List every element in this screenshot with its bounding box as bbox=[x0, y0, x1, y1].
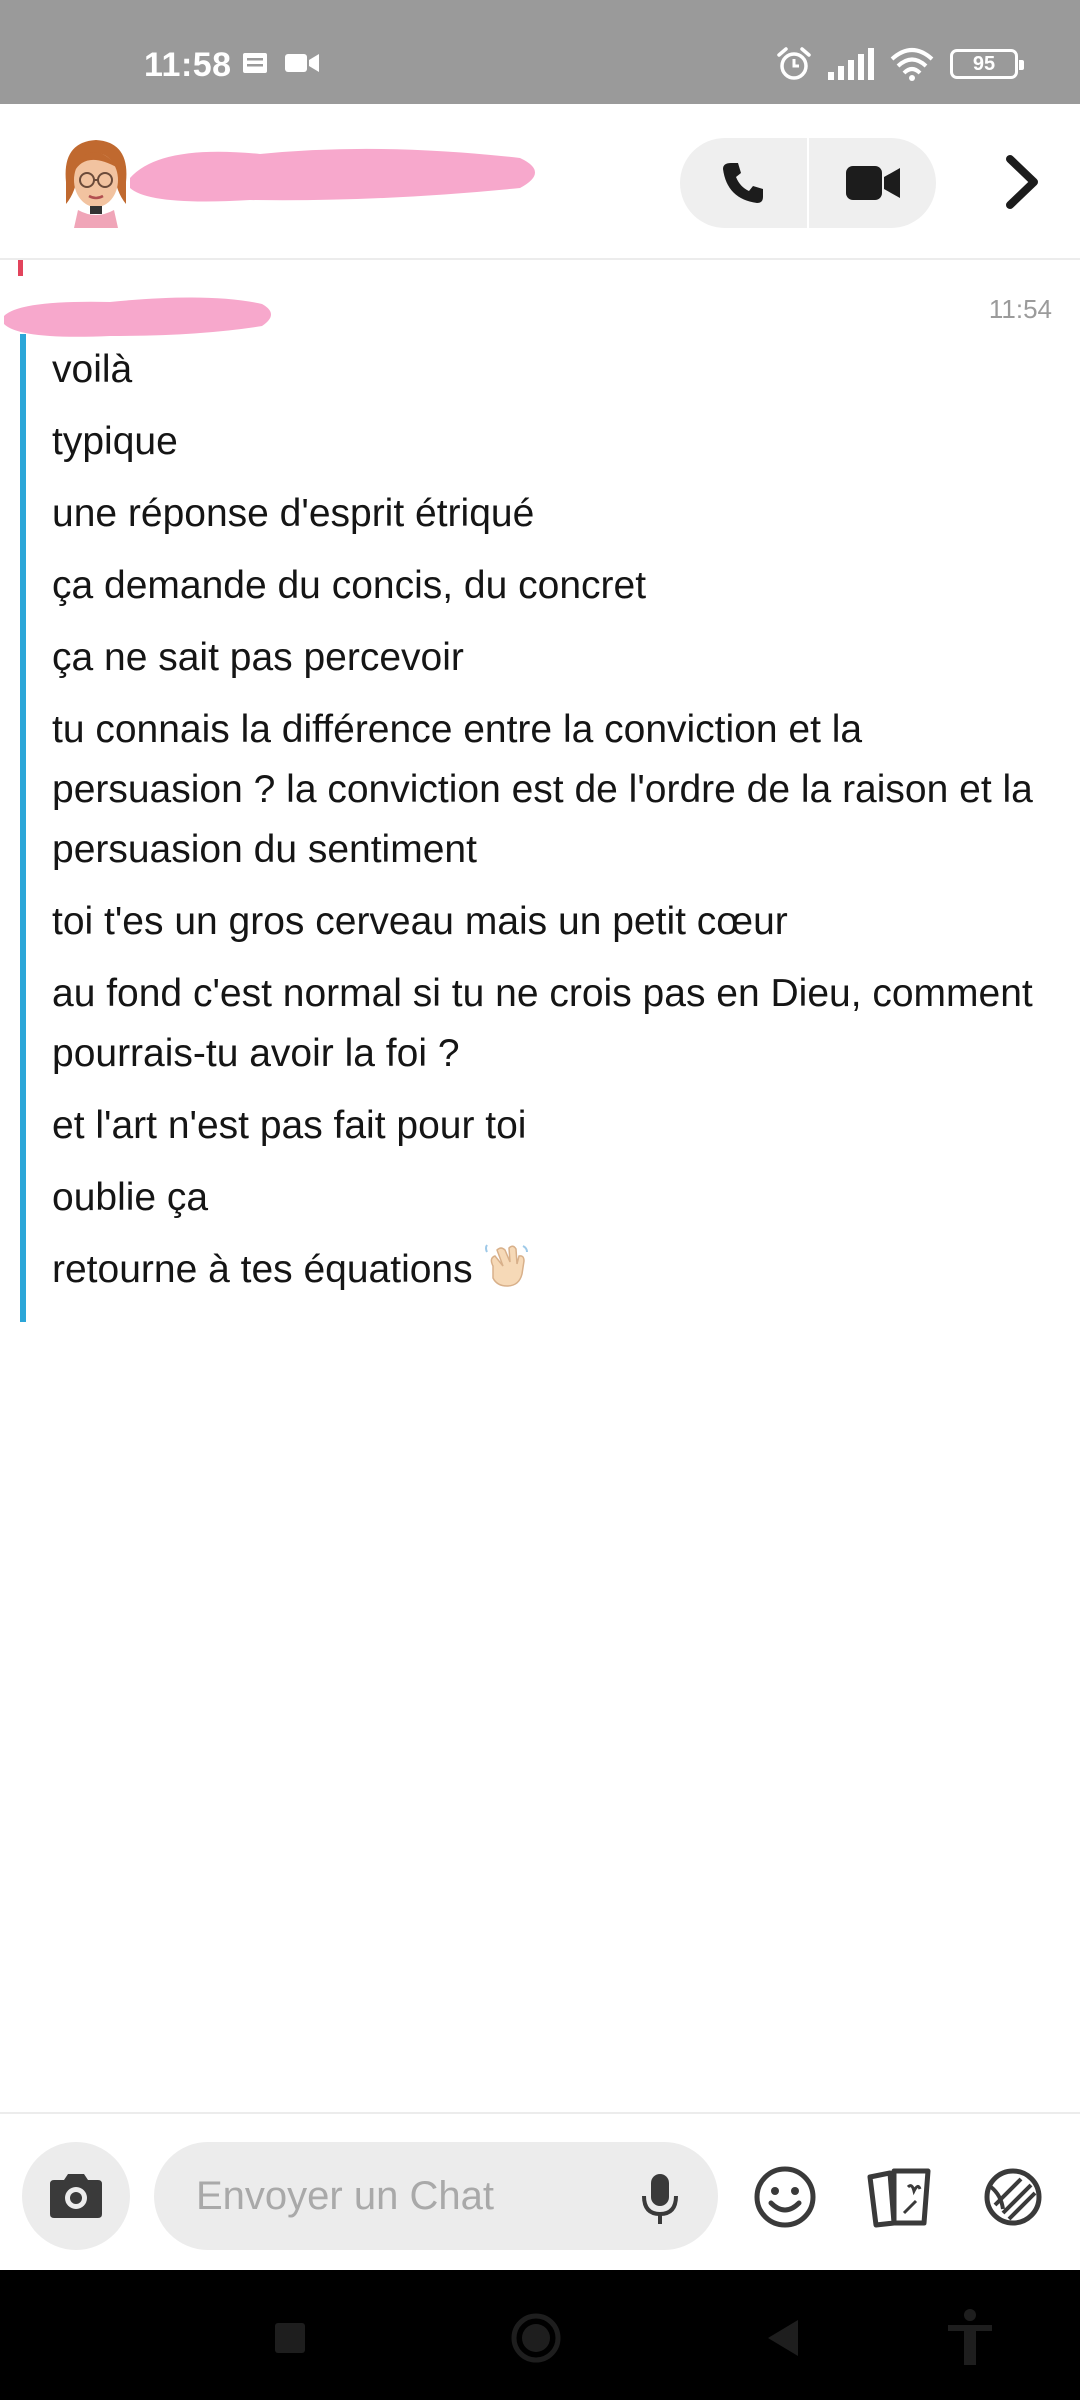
message-block: voilà typique une réponse d'esprit étriq… bbox=[20, 334, 1060, 1322]
alarm-icon bbox=[777, 47, 811, 80]
recents-button[interactable] bbox=[262, 2310, 318, 2366]
message-line[interactable]: typique bbox=[52, 412, 1060, 472]
message-line[interactable]: voilà bbox=[52, 340, 1060, 400]
rocket-button[interactable] bbox=[978, 2162, 1048, 2232]
previous-sender-bar bbox=[18, 260, 23, 276]
chat-input[interactable]: Envoyer un Chat bbox=[154, 2142, 718, 2250]
status-time: 11:58 bbox=[144, 46, 232, 84]
message-line[interactable]: tu connais la différence entre la convic… bbox=[52, 700, 1060, 880]
chat-header bbox=[0, 104, 1080, 260]
video-call-button[interactable] bbox=[809, 138, 936, 228]
cards-button[interactable] bbox=[864, 2162, 934, 2232]
accessibility-button[interactable] bbox=[942, 2309, 998, 2366]
message-line[interactable]: ça ne sait pas percevoir bbox=[52, 628, 1060, 688]
chat-input-placeholder: Envoyer un Chat bbox=[196, 2173, 494, 2218]
chat-input-bar: Envoyer un Chat bbox=[0, 2112, 1080, 2270]
signal-icon bbox=[828, 48, 874, 80]
voice-call-button[interactable] bbox=[680, 138, 807, 228]
phone-icon bbox=[723, 163, 764, 203]
battery-icon: 95 bbox=[950, 49, 1024, 79]
chevron-right-button[interactable] bbox=[990, 150, 1054, 214]
message-icon bbox=[243, 53, 267, 73]
home-circle-icon bbox=[511, 2313, 561, 2363]
video-call-icon bbox=[845, 166, 900, 200]
rocket-icon bbox=[984, 2168, 1042, 2226]
contact-name-redaction bbox=[130, 148, 535, 202]
camera-button[interactable] bbox=[22, 2142, 130, 2250]
home-button[interactable] bbox=[508, 2310, 564, 2366]
smiley-button[interactable] bbox=[750, 2162, 820, 2232]
camera-icon bbox=[50, 2174, 102, 2218]
battery-level: 95 bbox=[972, 52, 996, 75]
message-line[interactable]: une réponse d'esprit étriqué bbox=[52, 484, 1060, 544]
status-left-icons bbox=[242, 52, 320, 74]
back-triangle-icon bbox=[768, 2320, 798, 2356]
message-line[interactable]: toi t'es un gros cerveau mais un petit c… bbox=[52, 892, 1060, 952]
status-bar: 11:58 95 bbox=[0, 0, 1080, 104]
message-timestamp: 11:54 bbox=[988, 294, 1052, 324]
waving-hand-icon bbox=[484, 1244, 528, 1287]
smiley-icon bbox=[754, 2166, 816, 2228]
wifi-icon bbox=[890, 48, 934, 81]
microphone-icon[interactable] bbox=[640, 2172, 680, 2226]
message-text: retourne à tes équations bbox=[52, 1248, 473, 1291]
message-line[interactable]: oublie ça bbox=[52, 1168, 1060, 1228]
recents-square-icon bbox=[275, 2323, 305, 2353]
system-nav-bar bbox=[0, 2270, 1080, 2400]
message-line[interactable]: et l'art n'est pas fait pour toi bbox=[52, 1096, 1060, 1156]
chat-conversation[interactable]: 11:54 voilà typique une réponse d'esprit… bbox=[0, 260, 1080, 2112]
video-record-icon bbox=[285, 54, 319, 72]
call-buttons-group bbox=[680, 138, 936, 228]
message-line-last[interactable]: retourne à tes équations bbox=[52, 1240, 1060, 1300]
cards-icon bbox=[867, 2168, 931, 2228]
accessibility-icon bbox=[948, 2309, 992, 2365]
back-button[interactable] bbox=[754, 2310, 810, 2366]
chevron-right-icon bbox=[1006, 155, 1038, 209]
message-line[interactable]: ça demande du concis, du concret bbox=[52, 556, 1060, 616]
status-right-icons: 95 bbox=[776, 46, 1024, 82]
message-line[interactable]: au fond c'est normal si tu ne crois pas … bbox=[52, 964, 1060, 1084]
